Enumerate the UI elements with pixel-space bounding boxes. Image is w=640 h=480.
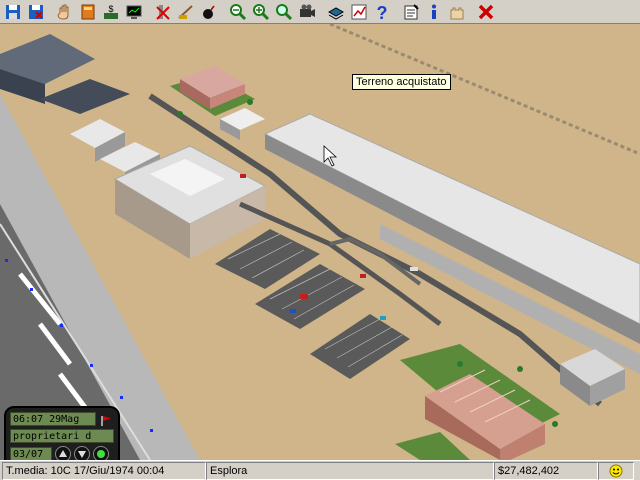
help-icon[interactable]: ? bbox=[371, 1, 393, 23]
go-to-message-button[interactable] bbox=[93, 446, 109, 460]
monitor-icon[interactable] bbox=[123, 1, 145, 23]
zoom-out-icon[interactable] bbox=[227, 1, 249, 23]
money-display: $27,482,402 bbox=[494, 461, 598, 480]
flag-icon[interactable] bbox=[100, 415, 112, 427]
finance-icon[interactable]: $ bbox=[100, 1, 122, 23]
bomb-icon[interactable] bbox=[198, 1, 220, 23]
green-light-icon bbox=[97, 450, 105, 458]
arrow-down-icon bbox=[78, 451, 86, 458]
demolish-icon[interactable] bbox=[152, 1, 174, 23]
game-viewport[interactable]: Terreno acquistato 06:07 29Mag proprieta… bbox=[0, 24, 640, 460]
toolbar: $ ? bbox=[0, 0, 640, 24]
svg-text:$: $ bbox=[108, 4, 113, 14]
zoom-in-icon[interactable] bbox=[250, 1, 272, 23]
save-icon[interactable] bbox=[2, 1, 24, 23]
status-bar: T.media: 10C 17/Giu/1974 00:04 Esplora $… bbox=[0, 460, 640, 480]
bulldoze-icon[interactable] bbox=[175, 1, 197, 23]
temperature-date-display: T.media: 10C 17/Giu/1974 00:04 bbox=[2, 461, 206, 480]
castle-icon[interactable] bbox=[446, 1, 468, 23]
close-icon[interactable] bbox=[475, 1, 497, 23]
layers-icon[interactable] bbox=[325, 1, 347, 23]
smiley-icon[interactable] bbox=[598, 461, 634, 480]
arrow-up-icon bbox=[59, 450, 67, 457]
message-display[interactable]: proprietari d bbox=[10, 429, 114, 443]
info-icon[interactable] bbox=[423, 1, 445, 23]
mode-display: Esplora bbox=[206, 461, 494, 480]
message-counter: 03/07 bbox=[10, 447, 52, 460]
previous-message-button[interactable] bbox=[55, 446, 71, 460]
clock-display: 06:07 29Mag bbox=[10, 412, 96, 426]
clock-panel: 06:07 29Mag proprietari d 03/07 bbox=[4, 406, 120, 460]
zoom-tool-icon[interactable] bbox=[273, 1, 295, 23]
next-message-button[interactable] bbox=[74, 446, 90, 460]
tooltip: Terreno acquistato bbox=[352, 74, 451, 90]
graph-icon[interactable] bbox=[348, 1, 370, 23]
save-as-icon[interactable] bbox=[25, 1, 47, 23]
book-icon[interactable] bbox=[77, 1, 99, 23]
notepad-icon[interactable] bbox=[400, 1, 422, 23]
hand-icon[interactable] bbox=[54, 1, 76, 23]
airport-map[interactable] bbox=[0, 24, 640, 460]
svg-text:?: ? bbox=[377, 3, 388, 21]
camera-icon[interactable] bbox=[296, 1, 318, 23]
